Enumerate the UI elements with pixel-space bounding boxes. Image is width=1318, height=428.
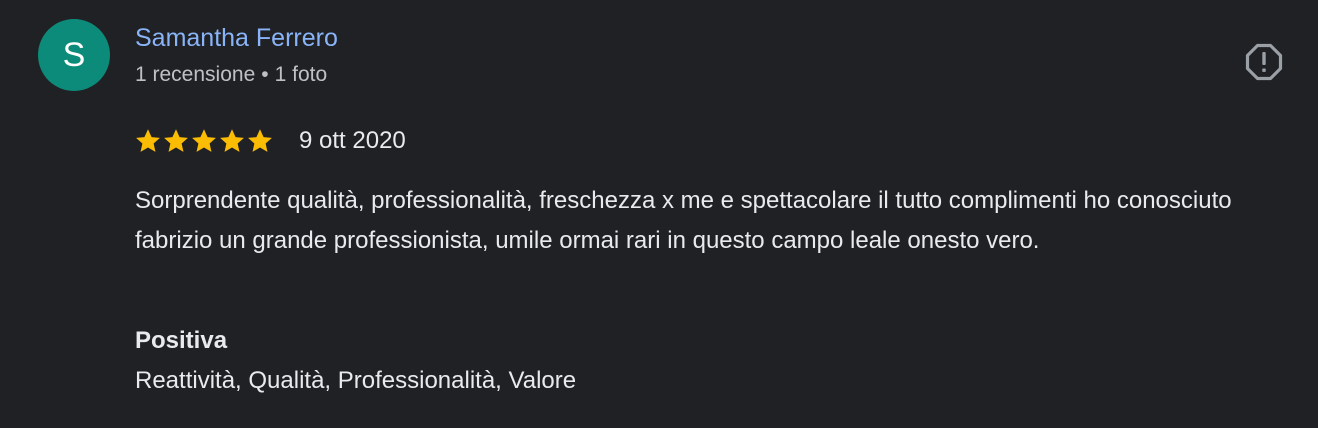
rating-row: 9 ott 2020 (135, 124, 406, 158)
review-count: 1 recensione (135, 63, 256, 86)
star-icon (248, 129, 272, 152)
star-icon (192, 129, 216, 152)
star-icon (220, 129, 244, 152)
reviewer-name-link[interactable]: Samantha Ferrero (135, 22, 338, 54)
review-card: S Samantha Ferrero 1 recensione • 1 foto 9… (0, 0, 1318, 428)
attribute-values: Reattività, Qualità, Professionalità, Va… (135, 367, 577, 394)
star-icon (164, 129, 188, 152)
star-rating (135, 128, 273, 154)
attribute-heading: Positiva (135, 327, 228, 354)
meta-separator: • (261, 63, 269, 86)
star-icon (136, 129, 160, 152)
report-icon (1245, 43, 1283, 81)
review-text: Sorprendente qualità, professionalità, f… (135, 187, 1232, 254)
avatar[interactable]: S (38, 19, 110, 91)
reviewer-meta: 1 recensione • 1 foto (135, 61, 327, 89)
report-button[interactable] (1240, 38, 1288, 86)
photo-count: 1 foto (274, 63, 328, 86)
review-date: 9 ott 2020 (299, 127, 406, 154)
